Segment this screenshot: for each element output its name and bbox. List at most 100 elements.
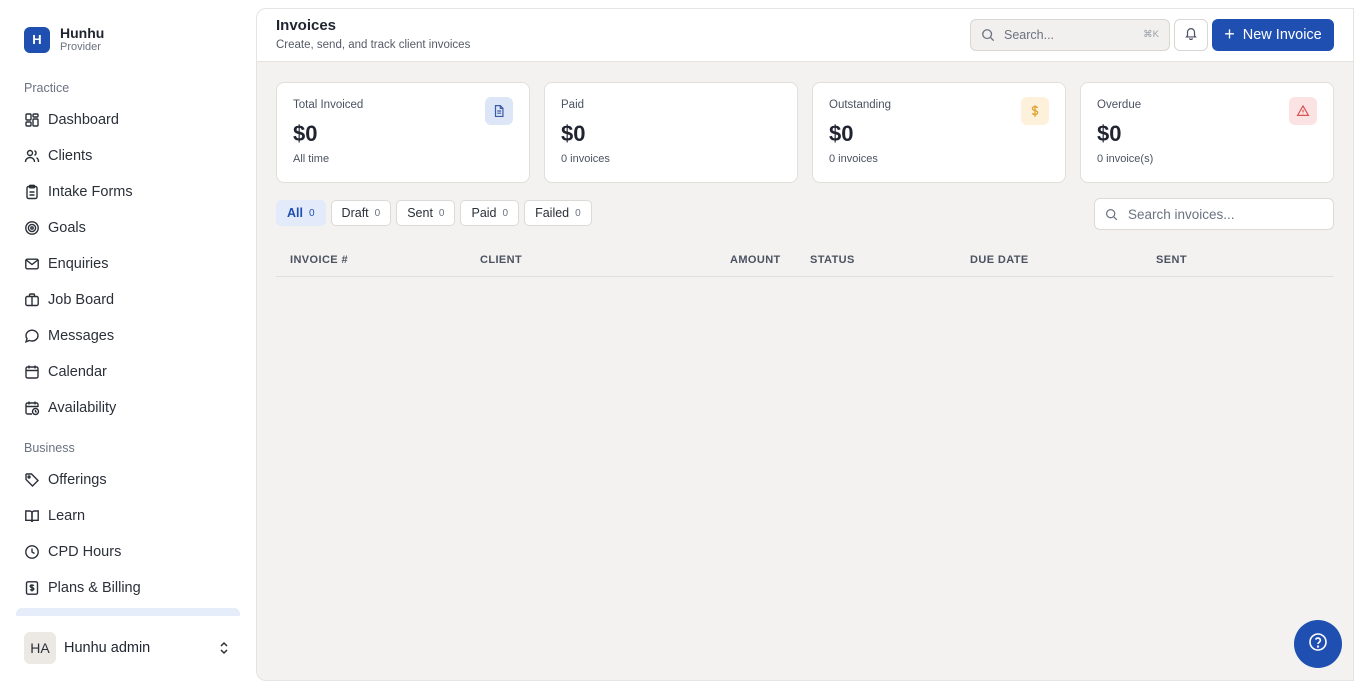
stat-card-outstanding: Outstanding $0 0 invoices: [812, 82, 1066, 183]
help-circle-icon: [1308, 632, 1328, 657]
tab-failed[interactable]: Failed 0: [524, 200, 592, 226]
sidebar-item-label: Calendar: [48, 364, 107, 380]
sidebar-item-plans-billing[interactable]: Plans & Billing: [16, 571, 240, 605]
sidebar-item-job-board[interactable]: Job Board: [16, 283, 240, 317]
user-menu[interactable]: HA Hunhu admin: [0, 616, 256, 688]
sidebar-item-messages[interactable]: Messages: [16, 319, 240, 353]
stat-label: Total Invoiced: [293, 99, 364, 111]
sidebar-item-label: Enquiries: [48, 256, 109, 272]
alert-triangle-icon: [1289, 97, 1317, 125]
sidebar-item-learn[interactable]: Learn: [16, 499, 240, 533]
tab-count: 0: [374, 207, 381, 219]
dashboard-icon: [24, 112, 40, 128]
new-invoice-button[interactable]: + New Invoice: [1212, 19, 1334, 51]
users-icon: [24, 148, 40, 164]
search-icon: [1105, 208, 1118, 221]
sidebar-item-label: CPD Hours: [48, 544, 122, 560]
stat-card-total-invoiced: Total Invoiced $0 All time: [276, 82, 530, 183]
brand-name: Hunhu: [60, 25, 105, 41]
sidebar-item-clients[interactable]: Clients: [16, 139, 240, 173]
avatar: HA: [24, 632, 56, 664]
brand-logo: H: [24, 26, 50, 53]
invoice-search: [1094, 198, 1334, 230]
tab-draft[interactable]: Draft 0: [330, 200, 392, 226]
bell-icon: [1184, 26, 1198, 45]
stat-note: 0 invoice(s): [1097, 153, 1154, 165]
sidebar-item-dashboard[interactable]: Dashboard: [16, 103, 240, 137]
document-icon: [485, 97, 513, 125]
stat-label: Paid: [561, 99, 585, 111]
stat-value: $0: [1097, 121, 1122, 146]
tab-all[interactable]: All 0: [276, 200, 326, 226]
chevron-up-down-icon[interactable]: [216, 640, 232, 656]
column-header-status[interactable]: STATUS: [810, 254, 855, 266]
top-bar: Invoices Create, send, and track client …: [257, 9, 1353, 62]
sidebar-item-label: Clients: [48, 148, 93, 164]
sidebar-item-label: Intake Forms: [48, 184, 133, 200]
user-name: Hunhu admin: [64, 640, 151, 656]
sidebar-item-label: Messages: [48, 328, 115, 344]
tab-count: 0: [502, 207, 509, 219]
global-search[interactable]: Search... ⌘K: [970, 19, 1170, 51]
stat-label: Outstanding: [829, 99, 892, 111]
tab-paid[interactable]: Paid 0: [460, 200, 520, 226]
tab-label: All: [287, 206, 303, 220]
invoice-search-input[interactable]: [1128, 206, 1318, 222]
stat-value: $0: [561, 121, 586, 146]
stat-card-overdue: Overdue $0 0 invoice(s): [1080, 82, 1334, 183]
sidebar: H Hunhu Provider Practice Dashboard Clie…: [0, 0, 256, 688]
sidebar-item-label: Job Board: [48, 292, 115, 308]
stat-note: 0 invoices: [829, 153, 878, 165]
column-header-invoice-number[interactable]: INVOICE #: [290, 254, 348, 266]
sidebar-item-goals[interactable]: Goals: [16, 211, 240, 245]
column-header-amount[interactable]: AMOUNT: [730, 254, 781, 266]
new-invoice-label: New Invoice: [1242, 27, 1322, 43]
help-button[interactable]: [1294, 620, 1342, 668]
sidebar-item-label: Dashboard: [48, 112, 119, 128]
page-subtitle: Create, send, and track client invoices: [276, 39, 471, 51]
column-header-sent[interactable]: SENT: [1156, 254, 1187, 266]
clipboard-icon: [24, 184, 40, 200]
section-label-business: Business: [24, 441, 75, 455]
brand-role: Provider: [60, 41, 101, 53]
mail-icon: [24, 256, 40, 272]
receipt-icon: [24, 580, 40, 596]
tab-count: 0: [438, 207, 445, 219]
tab-count: 0: [575, 207, 581, 219]
notifications-button[interactable]: [1174, 19, 1208, 51]
plus-icon: +: [1224, 24, 1235, 44]
main-panel: Invoices Create, send, and track client …: [256, 8, 1354, 681]
chat-icon: [24, 328, 40, 344]
sidebar-item-offerings[interactable]: Offerings: [16, 463, 240, 497]
tab-count: 0: [308, 207, 315, 219]
sidebar-item-availability[interactable]: Availability: [16, 391, 240, 425]
column-header-due-date[interactable]: DUE DATE: [970, 254, 1029, 266]
search-shortcut: ⌘K: [1143, 29, 1159, 40]
tab-label: Paid: [471, 206, 497, 220]
tab-sent[interactable]: Sent 0: [396, 200, 456, 226]
sidebar-item-label: Goals: [48, 220, 86, 236]
calendar-clock-icon: [24, 400, 40, 416]
tag-icon: [24, 472, 40, 488]
book-icon: [24, 508, 40, 524]
brand[interactable]: H Hunhu Provider: [24, 26, 104, 53]
sidebar-item-intake-forms[interactable]: Intake Forms: [16, 175, 240, 209]
sidebar-item-calendar[interactable]: Calendar: [16, 355, 240, 389]
stat-value: $0: [293, 121, 318, 146]
calendar-icon: [24, 364, 40, 380]
column-header-client[interactable]: CLIENT: [480, 254, 522, 266]
stat-note: All time: [293, 153, 330, 165]
stat-label: Overdue: [1097, 99, 1142, 111]
sidebar-item-cpd-hours[interactable]: CPD Hours: [16, 535, 240, 569]
page-title: Invoices: [276, 17, 337, 34]
status-filter-tabs: All 0 Draft 0 Sent 0 Paid 0 Failed 0: [276, 200, 597, 226]
tab-label: Sent: [407, 206, 433, 220]
stat-note: 0 invoices: [561, 153, 610, 165]
tab-label: Draft: [341, 206, 369, 220]
search-icon: [981, 28, 995, 42]
target-icon: [24, 220, 40, 236]
sidebar-item-label: Availability: [48, 400, 117, 416]
stat-value: $0: [829, 121, 854, 146]
sidebar-item-enquiries[interactable]: Enquiries: [16, 247, 240, 281]
briefcase-icon: [24, 292, 40, 308]
